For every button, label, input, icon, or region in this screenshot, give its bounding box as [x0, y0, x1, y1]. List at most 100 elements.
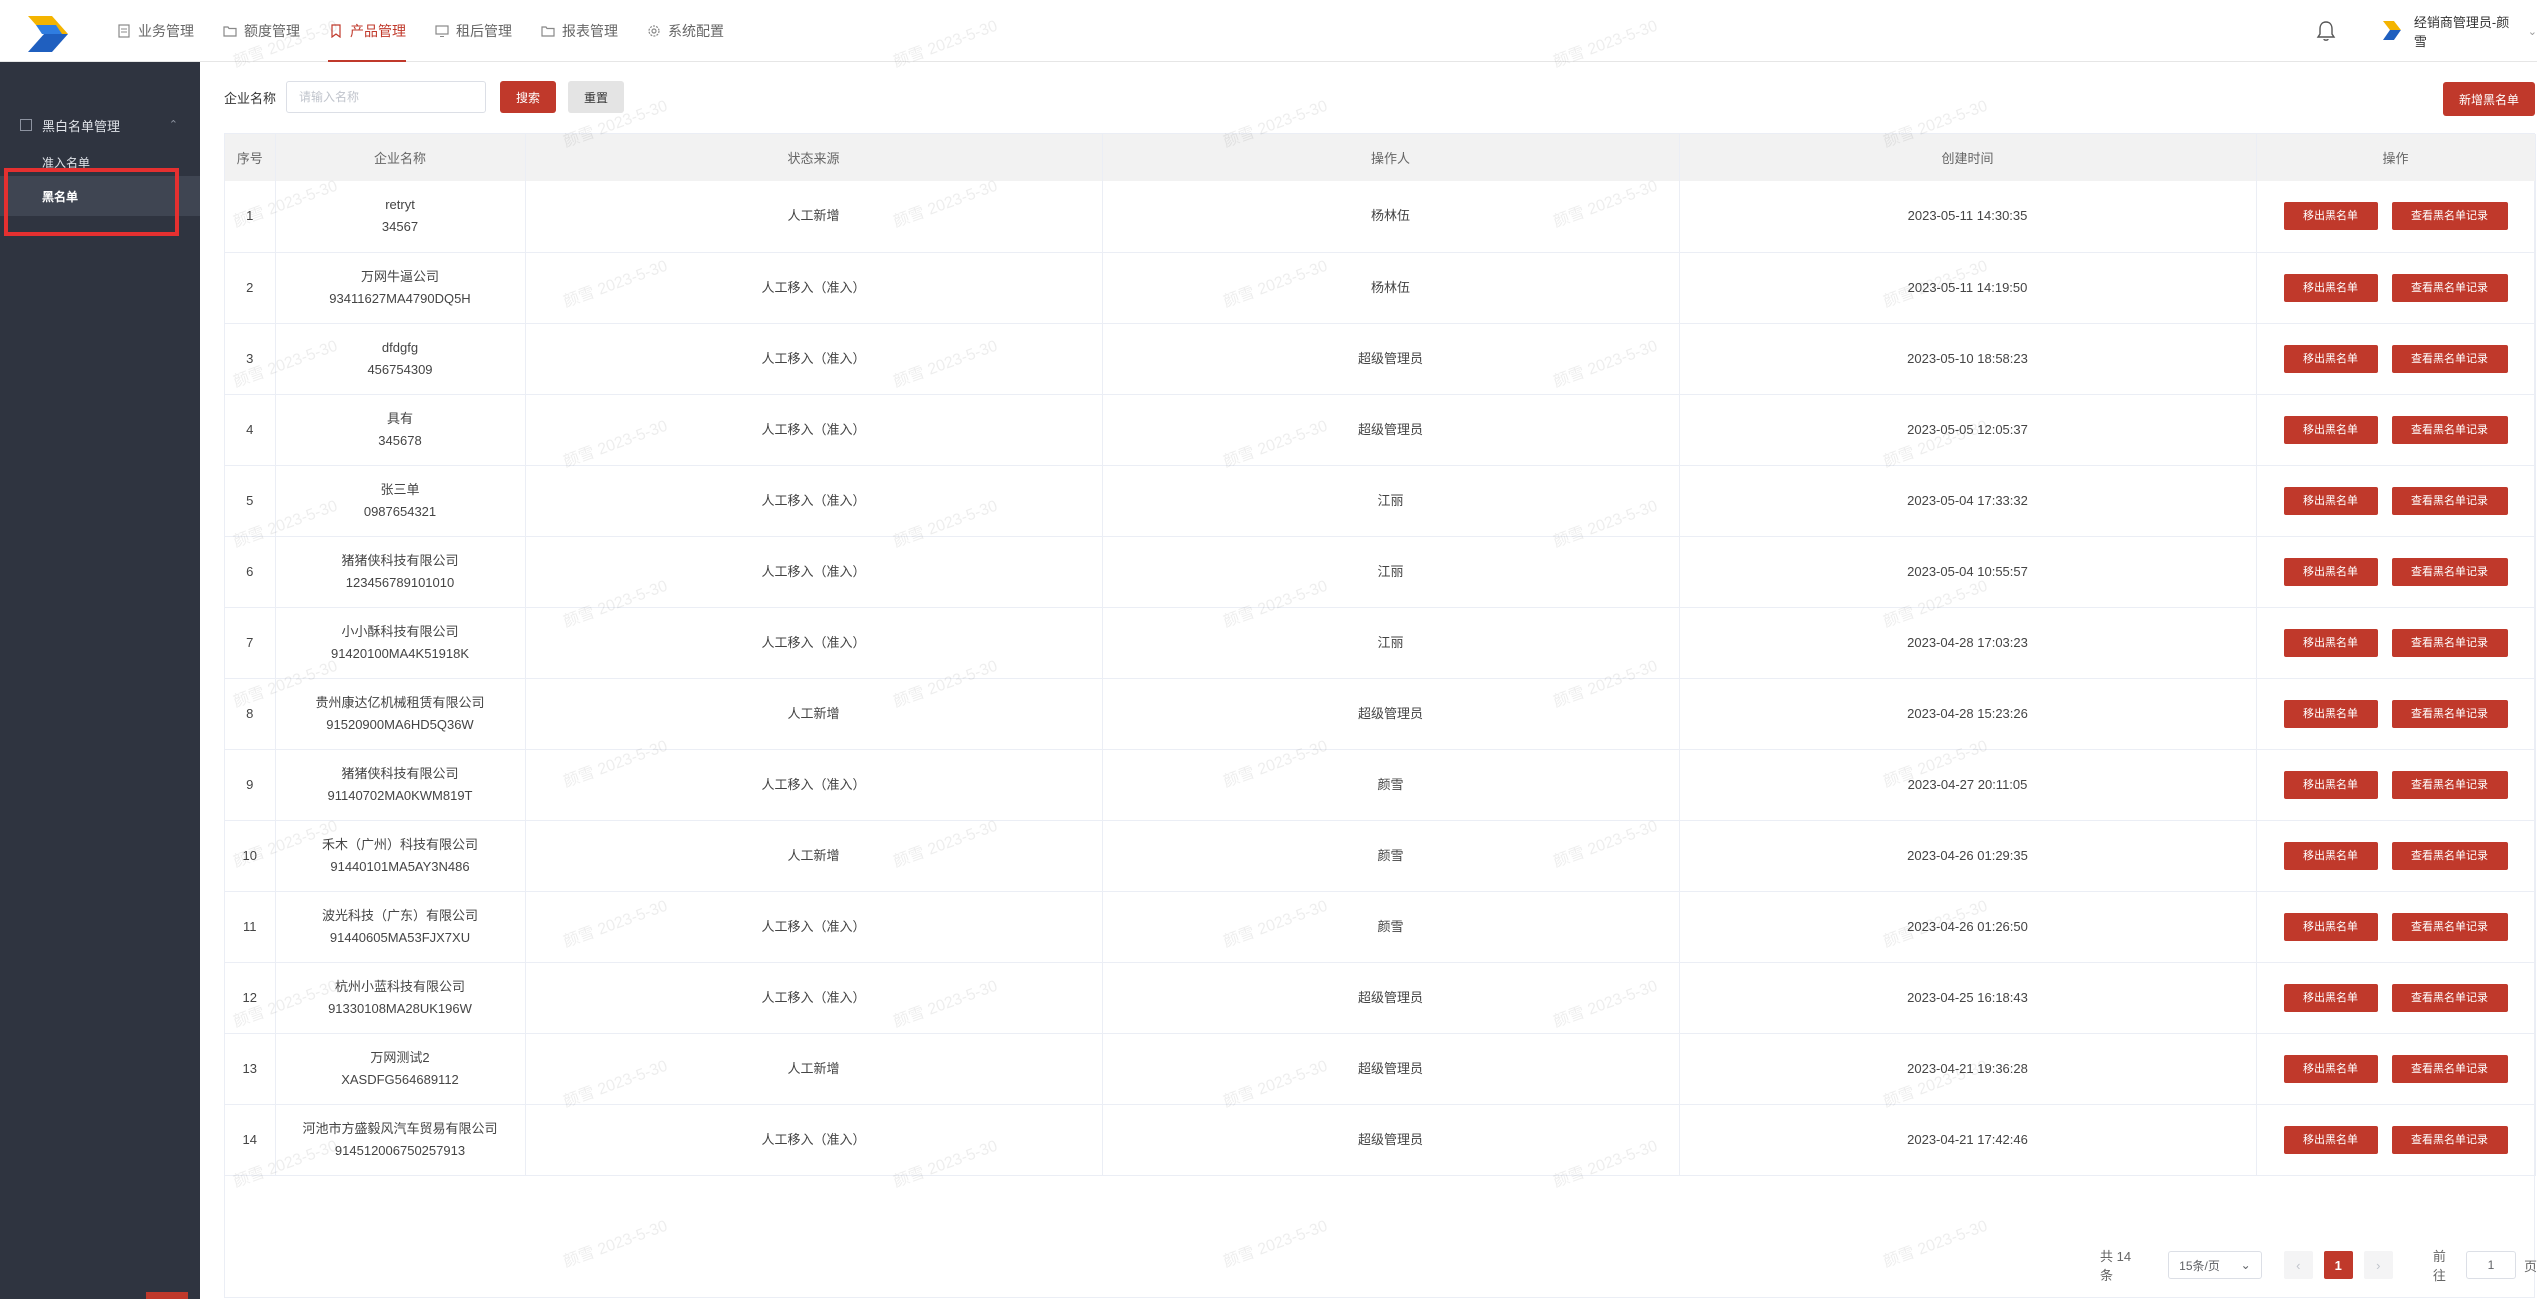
- view-blacklist-record-button[interactable]: 查看黑名单记录: [2391, 770, 2508, 799]
- table-row: 5 张三单 0987654321 人工移入（准入） 江丽 2023-05-04 17:33…: [225, 465, 2536, 536]
- company-name-text: dfdgfg: [381, 339, 419, 355]
- cell-company: 猪猪侠科技有限公司 91140702MA0KWM819T: [275, 749, 526, 820]
- cell-actions: 移出黑名单 查看黑名单记录: [2256, 181, 2536, 252]
- nav-post-lease[interactable]: 租后管理: [434, 0, 512, 62]
- bell-icon[interactable]: [2316, 20, 2336, 42]
- cell-actions: 移出黑名单 查看黑名单记录: [2256, 962, 2536, 1033]
- annotation-highlight-box: [4, 168, 179, 236]
- cell-source: 人工移入（准入）: [525, 394, 1103, 465]
- company-code-text: 93411627MA4790DQ5H: [329, 290, 471, 306]
- company-name-label: 企业名称: [224, 90, 277, 106]
- nav-label: 产品管理: [350, 23, 406, 39]
- company-name-text: 猪猪侠科技有限公司: [341, 765, 459, 781]
- blacklist-table: 序号 企业名称 状态来源 操作人 创建时间 操作 1 retryt 34567 人工新…: [224, 133, 2536, 1298]
- prev-page-icon[interactable]: ‹: [2283, 1251, 2313, 1279]
- cell-company: 河池市方盛毅风汽车贸易有限公司 914512006750257913: [275, 1104, 526, 1175]
- user-menu[interactable]: 经销商管理员-颜雪 ⌄: [2380, 15, 2537, 49]
- view-blacklist-record-button[interactable]: 查看黑名单记录: [2391, 344, 2508, 373]
- view-blacklist-record-button[interactable]: 查看黑名单记录: [2391, 202, 2508, 231]
- view-blacklist-record-button[interactable]: 查看黑名单记录: [2391, 1054, 2508, 1083]
- app-logo[interactable]: [22, 12, 74, 56]
- company-code-text: 34567: [381, 219, 419, 235]
- table-header-row: 序号 企业名称 状态来源 操作人 创建时间 操作: [225, 134, 2536, 181]
- cell-created-time: 2023-05-11 14:19:50: [1679, 252, 2257, 323]
- view-blacklist-record-button[interactable]: 查看黑名单记录: [2391, 841, 2508, 870]
- page-number-current[interactable]: 1: [2323, 1251, 2353, 1279]
- company-code-text: 91140702MA0KWM819T: [327, 787, 473, 803]
- nav-product[interactable]: 产品管理: [328, 0, 406, 62]
- table-row: 3 dfdgfg 456754309 人工移入（准入） 超级管理员 2023-05-10 …: [225, 323, 2536, 394]
- cell-created-time: 2023-04-21 17:42:46: [1679, 1104, 2257, 1175]
- user-avatar: [2382, 21, 2401, 40]
- page-size-select[interactable]: 15条/页 ⌄: [2168, 1251, 2262, 1279]
- remove-from-blacklist-button[interactable]: 移出黑名单: [2283, 983, 2378, 1012]
- remove-from-blacklist-button[interactable]: 移出黑名单: [2283, 1054, 2378, 1083]
- table-row: 2 万网牛逼公司 93411627MA4790DQ5H 人工移入（准入） 杨林伍 2023…: [225, 252, 2536, 323]
- view-blacklist-record-button[interactable]: 查看黑名单记录: [2391, 1125, 2508, 1154]
- page-size-value: 15条/页: [2179, 1258, 2220, 1273]
- view-blacklist-record-button[interactable]: 查看黑名单记录: [2391, 628, 2508, 657]
- top-nav: 业务管理 额度管理 产品管理 租后管理 报表管理 系统配置: [116, 0, 752, 62]
- reset-button[interactable]: 重置: [568, 81, 625, 113]
- cell-company: 贵州康达亿机械租赁有限公司 91520900MA6HD5Q36W: [275, 678, 526, 749]
- document-icon: [116, 23, 132, 39]
- view-blacklist-record-button[interactable]: 查看黑名单记录: [2391, 699, 2508, 728]
- view-blacklist-record-button[interactable]: 查看黑名单记录: [2391, 415, 2508, 444]
- remove-from-blacklist-button[interactable]: 移出黑名单: [2283, 1125, 2378, 1154]
- cell-company: retryt 34567: [275, 181, 526, 252]
- next-page-icon[interactable]: ›: [2363, 1251, 2393, 1279]
- bookmark-icon: [328, 23, 344, 39]
- nav-quota[interactable]: 额度管理: [222, 0, 300, 62]
- cell-source: 人工新增: [525, 1033, 1103, 1104]
- cell-company: 波光科技（广东）有限公司 91440605MA53FJX7XU: [275, 891, 526, 962]
- cell-operator: 江丽: [1102, 536, 1680, 607]
- remove-from-blacklist-button[interactable]: 移出黑名单: [2283, 841, 2378, 870]
- remove-from-blacklist-button[interactable]: 移出黑名单: [2283, 273, 2378, 302]
- view-blacklist-record-button[interactable]: 查看黑名单记录: [2391, 273, 2508, 302]
- cell-source: 人工移入（准入）: [525, 607, 1103, 678]
- cell-operator: 杨林伍: [1102, 181, 1680, 252]
- cell-source: 人工新增: [525, 678, 1103, 749]
- goto-page-input[interactable]: [2466, 1251, 2516, 1279]
- remove-from-blacklist-button[interactable]: 移出黑名单: [2283, 486, 2378, 515]
- company-name-text: 张三单: [380, 481, 420, 497]
- table-row: 9 猪猪侠科技有限公司 91140702MA0KWM819T 人工移入（准入） 颜雪 20…: [225, 749, 2536, 820]
- add-blacklist-button[interactable]: 新增黑名单: [2443, 82, 2535, 116]
- company-name-text: 万网测试2: [370, 1049, 430, 1065]
- cell-source: 人工移入（准入）: [525, 536, 1103, 607]
- remove-from-blacklist-button[interactable]: 移出黑名单: [2283, 344, 2378, 373]
- view-blacklist-record-button[interactable]: 查看黑名单记录: [2391, 486, 2508, 515]
- remove-from-blacklist-button[interactable]: 移出黑名单: [2283, 415, 2378, 444]
- company-name-input[interactable]: [286, 81, 487, 113]
- company-code-text: 123456789101010: [345, 574, 455, 590]
- cell-index: 7: [225, 607, 276, 678]
- cell-actions: 移出黑名单 查看黑名单记录: [2256, 465, 2536, 536]
- remove-from-blacklist-button[interactable]: 移出黑名单: [2283, 202, 2378, 231]
- folder-icon: [540, 23, 556, 39]
- table-row: 6 猪猪侠科技有限公司 123456789101010 人工移入（准入） 江丽 2023-…: [225, 536, 2536, 607]
- cell-index: 2: [225, 252, 276, 323]
- company-name-text: 猪猪侠科技有限公司: [341, 552, 459, 568]
- view-blacklist-record-button[interactable]: 查看黑名单记录: [2391, 912, 2508, 941]
- cell-company: 杭州小蓝科技有限公司 91330108MA28UK196W: [275, 962, 526, 1033]
- chevron-up-icon: ⌃: [168, 119, 178, 131]
- remove-from-blacklist-button[interactable]: 移出黑名单: [2283, 770, 2378, 799]
- remove-from-blacklist-button[interactable]: 移出黑名单: [2283, 557, 2378, 586]
- table-body: 1 retryt 34567 人工新增 杨林伍 2023-05-11 14:30:35 移出…: [225, 181, 2536, 1175]
- company-code-text: 91440605MA53FJX7XU: [329, 929, 471, 945]
- remove-from-blacklist-button[interactable]: 移出黑名单: [2283, 699, 2378, 728]
- nav-business[interactable]: 业务管理: [116, 0, 194, 62]
- chevron-down-icon: ⌄: [2527, 25, 2537, 38]
- cell-operator: 超级管理员: [1102, 1033, 1680, 1104]
- nav-settings[interactable]: 系统配置: [646, 0, 724, 62]
- nav-report[interactable]: 报表管理: [540, 0, 618, 62]
- remove-from-blacklist-button[interactable]: 移出黑名单: [2283, 628, 2378, 657]
- cell-company: 万网牛逼公司 93411627MA4790DQ5H: [275, 252, 526, 323]
- remove-from-blacklist-button[interactable]: 移出黑名单: [2283, 912, 2378, 941]
- header-company-name: 企业名称: [275, 134, 526, 181]
- view-blacklist-record-button[interactable]: 查看黑名单记录: [2391, 557, 2508, 586]
- gear-icon: [646, 23, 662, 39]
- table-row: 13 万网测试2 XASDFG564689112 人工新增 超级管理员 2023-04-2…: [225, 1033, 2536, 1104]
- view-blacklist-record-button[interactable]: 查看黑名单记录: [2391, 983, 2508, 1012]
- search-button[interactable]: 搜索: [500, 81, 557, 113]
